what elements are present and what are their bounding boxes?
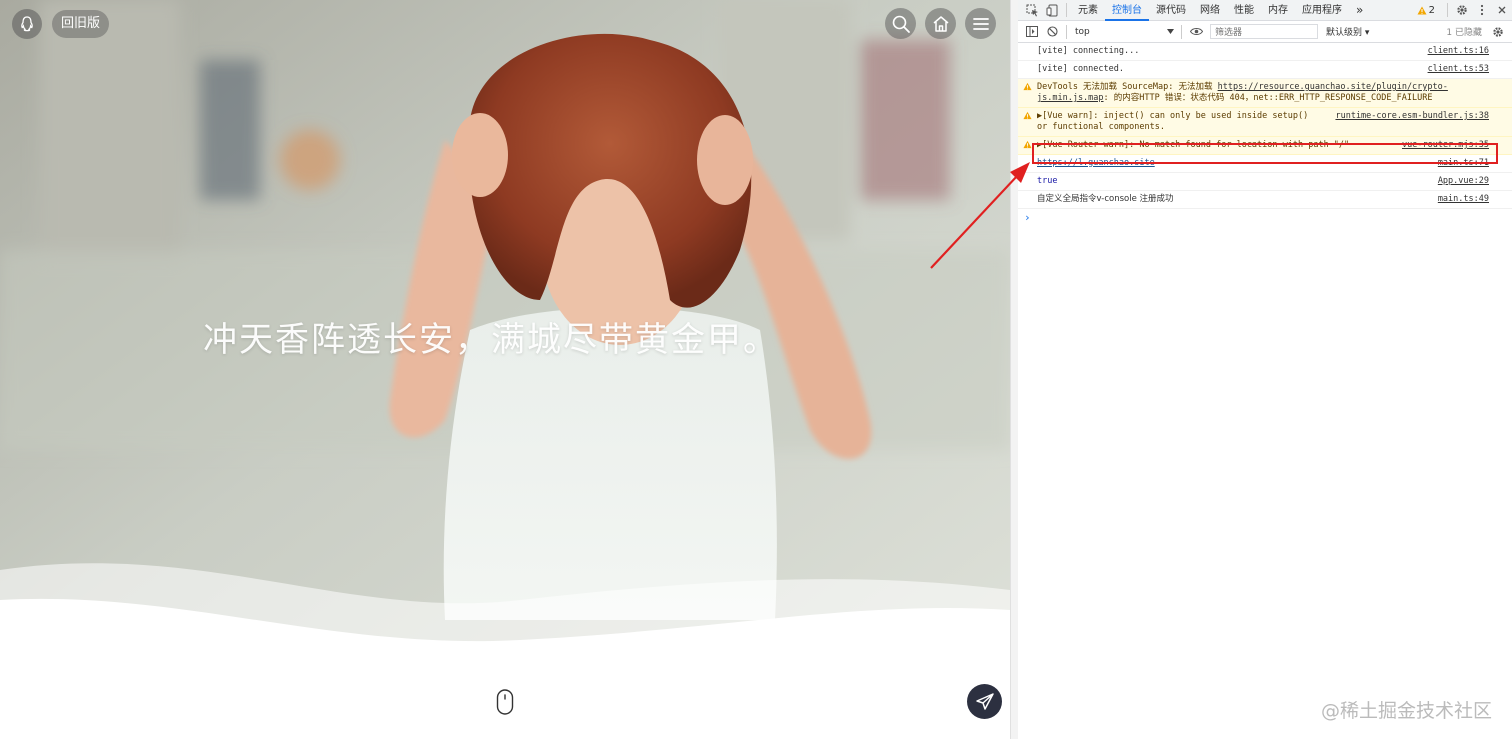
source-link[interactable]: main.ts:49 (1438, 194, 1489, 205)
gear-icon (1457, 5, 1467, 15)
tab-performance[interactable]: 性能 (1227, 0, 1261, 21)
source-link[interactable]: runtime-core.esm-bundler.js:38 (1329, 111, 1489, 122)
console-warning: ▶[Vue warn]: inject() can only be used i… (1018, 108, 1512, 137)
qq-login-button[interactable] (12, 9, 42, 39)
kebab-menu-icon (1480, 4, 1484, 16)
hamburger-menu-icon (972, 17, 989, 30)
message-text: : 的内容HTTP 错误：状态代码 404，net::ERR_HTTP_RESP… (1103, 93, 1433, 103)
warning-triangle-icon (1023, 140, 1032, 149)
devtools-panel: 元素 控制台 源代码 网络 性能 内存 应用程序 » 2 top 筛选器 默认级… (1018, 0, 1512, 739)
devtools-splitter[interactable] (1010, 0, 1018, 739)
inspect-element-button[interactable] (1022, 0, 1042, 20)
console-warning: DevTools 无法加载 SourceMap: 无法加载 https://re… (1018, 79, 1512, 108)
annotation-highlight-box (1032, 143, 1498, 164)
message-text: [vite] connected. (1037, 64, 1124, 74)
console-message: 自定义全局指令v-console 注册成功 main.ts:49 (1018, 191, 1512, 209)
gear-icon (1493, 26, 1503, 37)
toolbar-separator (1181, 24, 1182, 39)
scroll-down-mouse-icon[interactable] (495, 688, 515, 716)
message-text: true (1037, 176, 1058, 186)
warning-triangle-icon (1023, 111, 1032, 120)
source-link[interactable]: client.ts:53 (1428, 64, 1489, 75)
paper-plane-icon (975, 692, 994, 710)
qq-penguin-icon (21, 16, 33, 32)
tab-console[interactable]: 控制台 (1105, 0, 1149, 21)
console-message: true App.vue:29 (1018, 173, 1512, 191)
send-message-button[interactable] (967, 684, 1002, 719)
eye-icon (1189, 28, 1203, 35)
console-prompt[interactable]: › (1018, 209, 1512, 224)
tab-elements[interactable]: 元素 (1071, 0, 1105, 21)
home-icon (933, 15, 948, 32)
clear-console-button[interactable] (1042, 22, 1062, 42)
tab-separator (1066, 3, 1067, 17)
hidden-messages-count: 1 已隐藏 (1446, 28, 1482, 38)
toolbar-separator (1066, 24, 1067, 39)
search-icon (892, 15, 910, 33)
tab-sources[interactable]: 源代码 (1149, 0, 1193, 21)
top-right-controls (885, 8, 996, 39)
top-left-controls: 回旧版 (12, 9, 110, 39)
context-selector[interactable]: top (1071, 24, 1177, 40)
console-filter-input[interactable] (1210, 24, 1318, 39)
console-message: [vite] connecting... client.ts:16 (1018, 43, 1512, 61)
close-icon (1498, 6, 1506, 14)
dropdown-arrow-icon (1167, 29, 1174, 34)
menu-button[interactable] (965, 8, 996, 39)
message-text: [vite] connecting... (1037, 46, 1140, 56)
context-value: top (1075, 26, 1090, 37)
warning-triangle-icon (1417, 6, 1427, 14)
show-sidebar-button[interactable] (1022, 22, 1042, 42)
close-devtools-button[interactable] (1492, 0, 1512, 20)
clear-console-icon (1046, 26, 1058, 37)
console-settings-button[interactable] (1488, 22, 1508, 42)
device-toolbar-button[interactable] (1042, 0, 1062, 20)
source-link[interactable]: client.ts:16 (1428, 46, 1489, 57)
live-expression-button[interactable] (1186, 22, 1206, 42)
watermark: @稀土掘金技术社区 (1320, 700, 1492, 722)
website-viewport: 回旧版 冲天香阵透长安，满城尽带黄金甲。 (0, 0, 1010, 739)
warnings-counter[interactable]: 2 (1417, 5, 1435, 16)
hero-background-photo (0, 0, 1010, 739)
inspect-cursor-icon (1026, 4, 1038, 16)
devtools-right-controls: 2 (1417, 0, 1512, 20)
message-text: 自定义全局指令v-console 注册成功 (1037, 194, 1174, 204)
message-text: DevTools 无法加载 SourceMap: 无法加载 (1037, 82, 1218, 92)
console-message: [vite] connected. client.ts:53 (1018, 61, 1512, 79)
hero-slogan: 冲天香阵透长安，满城尽带黄金甲。 (203, 320, 779, 360)
console-messages: [vite] connecting... client.ts:16 [vite]… (1018, 43, 1512, 224)
controls-separator (1447, 3, 1448, 17)
tab-application[interactable]: 应用程序 (1295, 0, 1349, 21)
search-button[interactable] (885, 8, 916, 39)
log-levels-dropdown[interactable]: 默认级别 ▾ (1326, 25, 1369, 38)
devtools-tab-bar: 元素 控制台 源代码 网络 性能 内存 应用程序 » 2 (1018, 0, 1512, 21)
tab-memory[interactable]: 内存 (1261, 0, 1295, 21)
sidebar-toggle-icon (1026, 26, 1038, 37)
warning-triangle-icon (1023, 82, 1032, 91)
old-version-button[interactable]: 回旧版 (52, 10, 110, 38)
more-tabs-button[interactable]: » (1349, 0, 1370, 21)
source-link[interactable]: App.vue:29 (1438, 176, 1489, 187)
home-button[interactable] (925, 8, 956, 39)
console-toolbar: top 默认级别 ▾ 1 已隐藏 (1018, 21, 1512, 43)
device-toggle-icon (1046, 4, 1057, 16)
warning-count: 2 (1428, 4, 1435, 16)
more-options-button[interactable] (1472, 0, 1492, 20)
settings-button[interactable] (1452, 0, 1472, 20)
tab-network[interactable]: 网络 (1193, 0, 1227, 21)
